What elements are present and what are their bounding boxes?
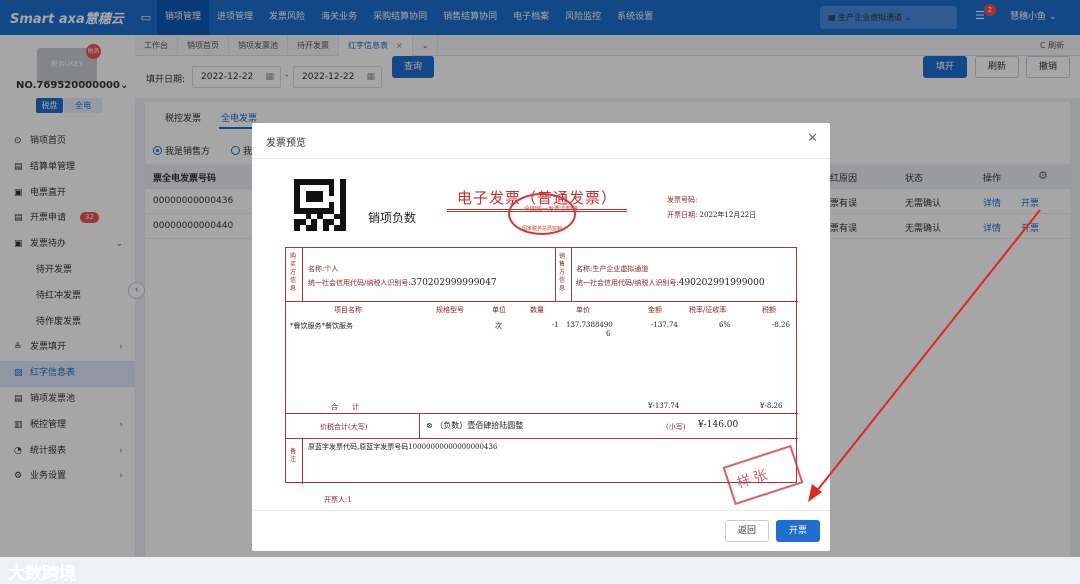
watermark-text: 大数跨境 — [8, 564, 76, 584]
back-button[interactable]: 返回 — [725, 520, 769, 542]
seller-side-label: 销售方信息 — [559, 253, 566, 292]
invoice-frame: 购买方信息 名称:个人 统一社会信用代码/纳税人识别号:370202999999… — [285, 247, 798, 484]
invoice-preview-dialog: 发票预览 ✕ 销项负数 电子发票（普通发票） 全国统一发票监制章 国家税务总局监… — [252, 123, 830, 551]
buyer-side-label: 购买方信息 — [290, 253, 297, 292]
invoice-document: 销项负数 电子发票（普通发票） 全国统一发票监制章 国家税务总局监制 发票号码:… — [272, 165, 827, 510]
issue-button[interactable]: 开票 — [776, 520, 820, 542]
invoice-type-label: 销项负数 — [368, 211, 417, 225]
item-name: *餐饮服务*餐饮服务 — [290, 322, 353, 330]
qr-code-icon — [294, 179, 346, 231]
invoice-date: 开票日期: 2022年12月22日 — [667, 211, 757, 219]
issuer-label: 开票人:1 — [324, 496, 352, 504]
note-text: 原蓝字发票代码,原蓝字发票号码10000000000000000436 — [308, 443, 498, 451]
invoice-number-label: 发票号码: — [667, 196, 698, 204]
dialog-title: 发票预览 — [266, 138, 306, 149]
circle-x-icon: ⊗ — [426, 421, 436, 430]
note-side-label: 备注 — [290, 448, 297, 463]
close-icon[interactable]: ✕ — [807, 131, 818, 146]
dialog-footer: 返回 开票 — [252, 510, 830, 551]
